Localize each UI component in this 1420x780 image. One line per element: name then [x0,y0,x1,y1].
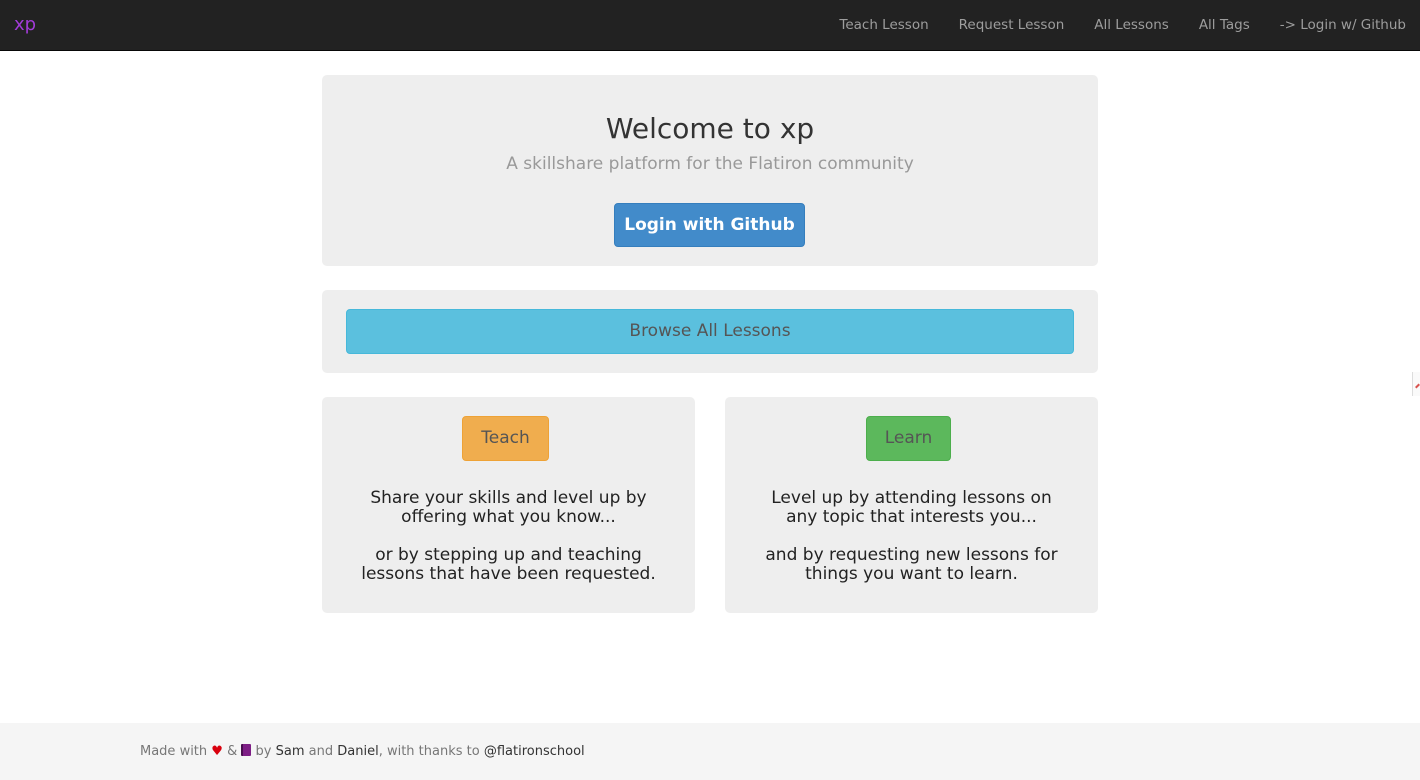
author-sam-link[interactable]: Sam [276,744,305,759]
nav-request-lesson[interactable]: Request Lesson [959,17,1065,33]
footer: Made with ♥ & by Sam and Daniel, with th… [0,723,1420,780]
browse-all-lessons-button[interactable]: Browse All Lessons [346,309,1074,354]
pencil-icon [1412,372,1420,396]
footer-by: by [255,744,272,759]
hero-panel: Welcome to xp A skillshare platform for … [322,75,1098,266]
learn-text-2: and by requesting new lessons for things… [725,546,1098,584]
nav-teach-lesson[interactable]: Teach Lesson [839,17,928,33]
nav-all-tags[interactable]: All Tags [1199,17,1250,33]
flatironschool-link[interactable]: @flatironschool [484,744,585,759]
footer-and: and [308,744,334,759]
learn-text-1-content: Level up by attending lessons on any top… [771,488,1052,527]
navbar: xp Teach Lesson Request Lesson All Lesso… [0,0,1420,51]
learn-card: Learn Level up by attending lessons on a… [725,397,1098,613]
teach-text-2-content: or by stepping up and teaching lessons t… [361,545,656,584]
hero-title: Welcome to xp [605,112,815,145]
learn-text-1: Level up by attending lessons on any top… [725,489,1098,527]
footer-amp: & [227,744,238,759]
teach-text-1-content: Share your skills and level up by offeri… [370,488,647,527]
footer-made-with: Made with [140,744,208,759]
nav-links: Teach Lesson Request Lesson All Lessons … [809,0,1406,50]
book-icon [241,744,252,756]
author-daniel-link[interactable]: Daniel [337,744,378,759]
browse-panel: Browse All Lessons [322,290,1098,373]
footer-thanks: , with thanks to [378,744,480,759]
footer-credits: Made with ♥ & by Sam and Daniel, with th… [140,744,585,759]
brand-logo[interactable]: xp [14,14,36,36]
learn-button[interactable]: Learn [866,416,951,461]
learn-text-2-content: and by requesting new lessons for things… [765,545,1058,584]
hero-subtitle: A skillshare platform for the Flatiron c… [506,154,914,174]
nav-login-github[interactable]: -> Login w/ Github [1280,17,1406,33]
teach-text-1: Share your skills and level up by offeri… [322,489,695,527]
heart-icon: ♥ [211,744,223,759]
nav-all-lessons[interactable]: All Lessons [1094,17,1169,33]
login-github-button[interactable]: Login with Github [614,203,805,247]
teach-text-2: or by stepping up and teaching lessons t… [322,546,695,584]
teach-card: Teach Share your skills and level up by … [322,397,695,613]
teach-button[interactable]: Teach [462,416,549,461]
